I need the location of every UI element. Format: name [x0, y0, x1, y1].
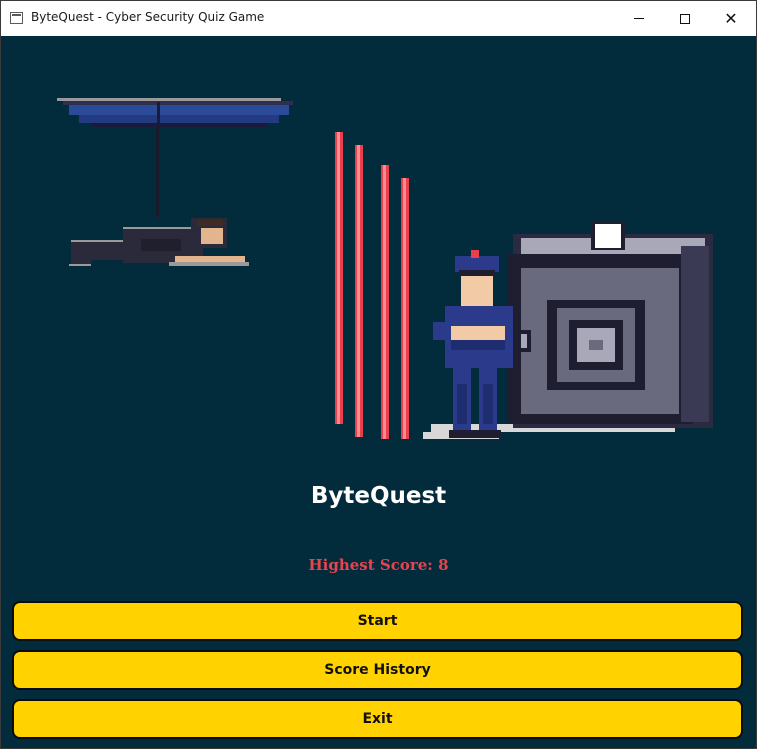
main-content: ByteQuest Highest Score: 8 Start Score H… — [1, 36, 756, 748]
hang-glider-thief — [57, 98, 293, 266]
close-icon: ✕ — [724, 8, 738, 28]
minimize-icon — [634, 18, 644, 19]
minimize-button[interactable] — [616, 1, 662, 36]
score-history-button[interactable]: Score History — [12, 650, 743, 690]
window-title: ByteQuest - Cyber Security Quiz Game — [31, 10, 265, 24]
app-title: ByteQuest — [310, 483, 447, 509]
security-guard — [433, 250, 513, 438]
close-button[interactable]: ✕ — [708, 1, 754, 36]
high-score-label: Highest Score: 8 — [308, 556, 449, 574]
maximize-icon — [680, 13, 690, 24]
app-window-icon — [10, 12, 23, 24]
laser-barriers — [335, 132, 409, 439]
start-button[interactable]: Start — [12, 601, 743, 641]
app-window: ByteQuest - Cyber Security Quiz Game ✕ B… — [0, 0, 757, 749]
maximize-button[interactable] — [662, 1, 708, 36]
heist-illustration — [57, 98, 713, 439]
exit-button[interactable]: Exit — [12, 699, 743, 739]
title-bar[interactable]: ByteQuest - Cyber Security Quiz Game ✕ — [1, 1, 756, 36]
